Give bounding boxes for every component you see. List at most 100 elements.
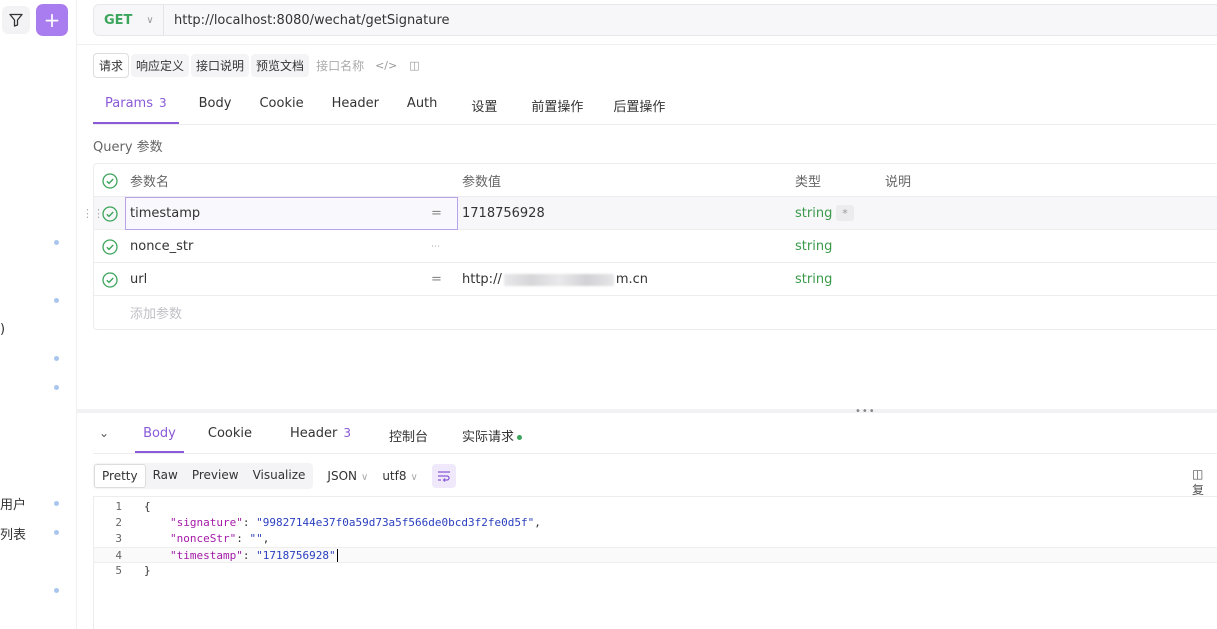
line-number: 3 xyxy=(115,532,122,545)
table-header: 参数名 参数值 类型 说明 xyxy=(94,164,1217,197)
code-icon[interactable]: </> xyxy=(375,59,397,72)
param-name[interactable]: timestamp xyxy=(130,197,200,230)
format-type-select[interactable]: JSON ∨ xyxy=(327,469,368,483)
tab-label: 实际请求 xyxy=(462,430,515,445)
filter-button[interactable] xyxy=(2,6,30,34)
panel-icon[interactable]: ◫ xyxy=(409,59,419,72)
sidebar-item-users[interactable]: 用户 xyxy=(0,494,26,513)
text-cursor xyxy=(336,549,338,562)
row-checkbox[interactable] xyxy=(102,197,120,230)
encoding-label: utf8 xyxy=(382,469,407,483)
tab-body[interactable]: Body xyxy=(187,88,244,124)
encoding-select[interactable]: utf8 ∨ xyxy=(382,469,418,483)
drag-handle-icon[interactable]: ⋮⋮ xyxy=(82,207,104,220)
panel-splitter[interactable] xyxy=(77,409,1217,413)
tree-dot xyxy=(54,385,59,390)
header-desc: 说明 xyxy=(885,175,912,190)
tab-label: Params xyxy=(105,96,153,111)
tab-cookie[interactable]: Cookie xyxy=(247,88,315,124)
divider xyxy=(77,44,1217,45)
equals-icon: = xyxy=(431,272,442,287)
query-params-label: Query 参数 xyxy=(93,140,163,155)
plus-icon: + xyxy=(43,8,61,32)
code-line-current: 4 "timestamp": "1718756928" xyxy=(94,547,1217,563)
collapse-chevron-icon[interactable]: ⌄ xyxy=(93,417,115,440)
json-key: "timestamp" xyxy=(170,549,243,562)
select-all-checkbox[interactable] xyxy=(102,164,120,197)
header-name: 参数名 xyxy=(130,175,170,190)
params-table: 参数名 参数值 类型 说明 ⋮⋮ timestamp = 1718756928 … xyxy=(82,163,1217,330)
json-value: "1718756928" xyxy=(256,549,336,562)
add-param-input[interactable]: 添加参数 xyxy=(130,296,182,329)
response-code-view[interactable]: 1{ 2 "signature": "99827144e37f0a59d73a5f… xyxy=(93,496,1217,629)
table-row: ⋮⋮ timestamp = 1718756928 string * xyxy=(82,197,1217,230)
json-key: "nonceStr" xyxy=(170,532,237,545)
param-type[interactable]: string xyxy=(795,230,832,263)
view-mode-group: Pretty Raw Preview Visualize xyxy=(93,463,314,489)
sidebar-item-list[interactable]: 列表 xyxy=(0,524,26,543)
response-tabs: ⌄ Body Cookie Header 3 控制台 实际请求 xyxy=(93,417,538,453)
code-line: 2 "signature": "99827144e37f0a59d73a5f566… xyxy=(94,515,1217,531)
tab-console[interactable]: 控制台 xyxy=(373,417,444,453)
tab-params[interactable]: Params 3 xyxy=(93,88,179,124)
code-line: 1{ xyxy=(94,499,1217,515)
param-type[interactable]: string xyxy=(795,197,832,230)
row-checkbox[interactable] xyxy=(102,230,120,263)
code-line: 3 "nonceStr": "", xyxy=(94,531,1217,547)
subtab-response-definition[interactable]: 响应定义 xyxy=(131,53,190,77)
subtab-request[interactable]: 请求 xyxy=(93,52,130,78)
tab-response-body[interactable]: Body xyxy=(127,417,192,453)
tab-count: 3 xyxy=(343,426,351,440)
add-param-row: 添加参数 xyxy=(94,296,1217,329)
view-raw-button[interactable]: Raw xyxy=(146,464,185,488)
param-value[interactable]: 1718756928 xyxy=(462,197,545,230)
copy-label: 复 xyxy=(1192,483,1205,497)
grip-icon[interactable]: ••• xyxy=(855,406,876,417)
redacted-blur xyxy=(503,273,614,286)
tree-dot xyxy=(54,530,59,535)
add-button[interactable]: + xyxy=(36,4,68,36)
wrap-icon xyxy=(437,471,450,482)
request-tabs: Params 3 Body Cookie Header Auth 设置 前置操作 … xyxy=(93,88,677,124)
subtab-api-description[interactable]: 接口说明 xyxy=(191,53,250,77)
tree-dot xyxy=(54,501,59,506)
url-input[interactable]: http://localhost:8080/wechat/getSignatur… xyxy=(164,13,450,28)
chevron-down-icon: ∨ xyxy=(146,14,154,26)
method-select[interactable]: GET ∨ xyxy=(94,5,164,35)
view-visualize-button[interactable]: Visualize xyxy=(246,464,313,488)
view-pretty-button[interactable]: Pretty xyxy=(94,464,146,488)
view-preview-button[interactable]: Preview xyxy=(185,464,246,488)
copy-button[interactable]: ◫ 复 xyxy=(1192,467,1217,498)
tab-response-header[interactable]: Header 3 xyxy=(274,417,367,453)
param-type[interactable]: string xyxy=(795,263,832,296)
chevron-down-icon: ∨ xyxy=(410,472,418,483)
tab-response-cookie[interactable]: Cookie xyxy=(192,417,268,453)
tab-count: 3 xyxy=(158,96,167,110)
format-type-label: JSON xyxy=(327,469,357,483)
subtab-preview-doc[interactable]: 预览文档 xyxy=(251,53,310,77)
tab-auth[interactable]: Auth xyxy=(395,88,449,124)
param-value[interactable]: http:// m.cn xyxy=(462,263,648,296)
tab-settings[interactable]: 设置 xyxy=(459,88,509,124)
divider xyxy=(93,453,1217,454)
sidebar: + ) 用户 列表 xyxy=(0,0,77,629)
equals-icon: = xyxy=(431,206,442,221)
tab-header[interactable]: Header xyxy=(320,88,391,124)
required-toggle[interactable]: * xyxy=(836,205,854,221)
row-checkbox[interactable] xyxy=(102,263,120,296)
tab-pre-operations[interactable]: 前置操作 xyxy=(519,88,595,124)
param-name[interactable]: url xyxy=(130,263,147,296)
param-name[interactable]: nonce_str xyxy=(130,230,193,263)
json-trail: , xyxy=(262,532,270,545)
tab-post-operations[interactable]: 后置操作 xyxy=(601,88,677,124)
api-name-input[interactable]: 接口名称 xyxy=(311,54,369,77)
app-root: + ) 用户 列表 GET ∨ http://localhost:8080/we… xyxy=(0,0,1217,629)
filter-icon xyxy=(9,13,23,27)
dots-icon: ⋯ xyxy=(431,241,440,252)
divider xyxy=(93,124,1217,125)
header-value: 参数值 xyxy=(462,175,502,190)
copy-icon: ◫ xyxy=(1192,467,1204,481)
tab-actual-request[interactable]: 实际请求 xyxy=(446,417,538,453)
line-number: 5 xyxy=(115,564,122,577)
word-wrap-button[interactable] xyxy=(431,464,456,488)
